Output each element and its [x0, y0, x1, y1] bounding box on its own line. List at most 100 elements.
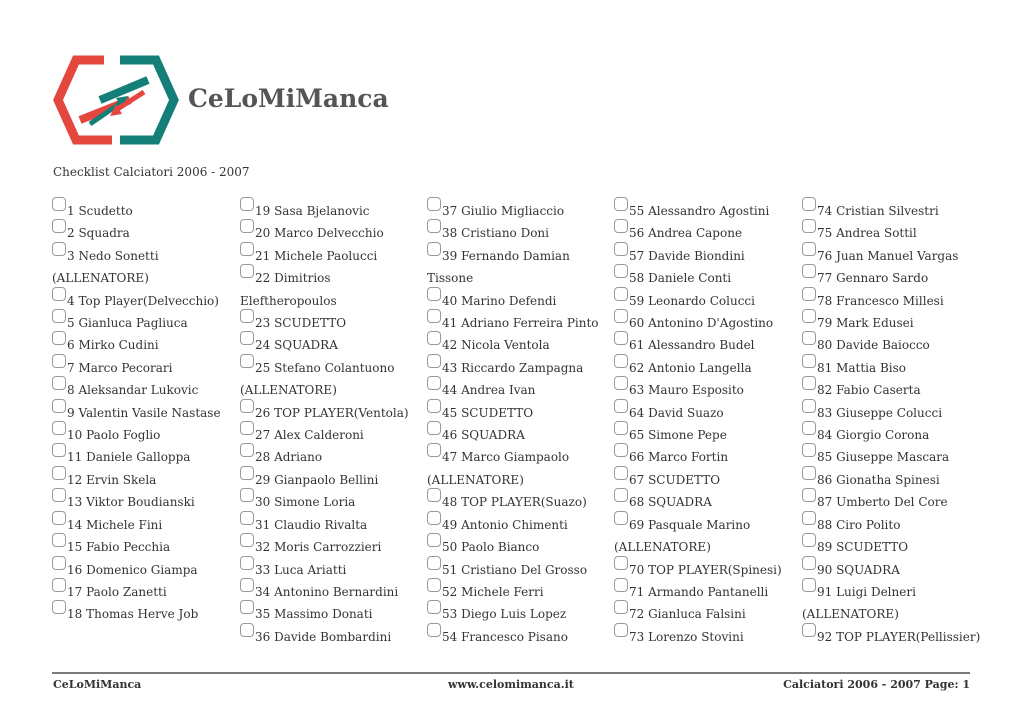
checkbox[interactable]	[614, 510, 628, 525]
checkbox[interactable]	[802, 197, 816, 211]
checklist-item[interactable]: 64 David Suazo	[614, 398, 799, 424]
checklist-item[interactable]: 36 Davide Bombardini	[240, 622, 425, 648]
checklist-item[interactable]: 26 TOP PLAYER(Ventola)	[240, 398, 425, 424]
checklist-item[interactable]: 92 TOP PLAYER(Pellissier)	[802, 622, 987, 648]
checklist-item[interactable]: 30 Simone Loria	[240, 488, 425, 513]
checklist-item[interactable]: 13 Viktor Boudianski	[52, 488, 237, 513]
checkbox[interactable]	[427, 309, 441, 324]
checkbox[interactable]	[614, 241, 628, 256]
checkbox[interactable]	[427, 488, 441, 503]
checkbox[interactable]	[427, 376, 441, 391]
checklist-item[interactable]: 33 Luca Ariatti	[240, 555, 425, 581]
checklist-item[interactable]: 44 Andrea Ivan	[427, 376, 612, 401]
checklist-item[interactable]: 70 TOP PLAYER(Spinesi)	[614, 555, 799, 581]
checkbox[interactable]	[240, 241, 254, 256]
checklist-item[interactable]: 6 Mirko Cudini	[52, 331, 237, 356]
checkbox[interactable]	[802, 443, 816, 458]
checklist-item[interactable]: 29 Gianpaolo Bellini	[240, 465, 425, 491]
checkbox[interactable]	[802, 353, 816, 368]
checklist-item[interactable]: 3 Nedo Sonetti (ALLENATORE)	[52, 241, 237, 290]
checkbox[interactable]	[614, 376, 628, 391]
checkbox[interactable]	[802, 488, 816, 503]
checklist-item[interactable]: 16 Domenico Giampa	[52, 555, 237, 581]
checklist-item[interactable]: 54 Francesco Pisano	[427, 622, 612, 648]
checkbox[interactable]	[52, 398, 66, 413]
checklist-item[interactable]: 83 Giuseppe Colucci	[802, 398, 987, 424]
checklist-item[interactable]: 58 Daniele Conti	[614, 264, 799, 289]
checklist-item[interactable]: 69 Pasquale Marino (ALLENATORE)	[614, 510, 799, 559]
checklist-item[interactable]: 48 TOP PLAYER(Suazo)	[427, 488, 612, 513]
checklist-item[interactable]: 8 Aleksandar Lukovic	[52, 376, 237, 401]
checklist-item[interactable]: 2 Squadra	[52, 219, 237, 244]
checkbox[interactable]	[427, 241, 441, 256]
checkbox[interactable]	[52, 421, 66, 436]
checkbox[interactable]	[240, 443, 254, 458]
checklist-item[interactable]: 21 Michele Paolucci	[240, 241, 425, 267]
checkbox[interactable]	[240, 398, 254, 413]
checklist-item[interactable]: 61 Alessandro Budel	[614, 331, 799, 356]
checklist-item[interactable]: 55 Alessandro Agostini	[614, 197, 799, 222]
checklist-item[interactable]: 31 Claudio Rivalta	[240, 510, 425, 536]
checklist-item[interactable]: 9 Valentin Vasile Nastase	[52, 398, 237, 424]
checkbox[interactable]	[802, 264, 816, 279]
checklist-item[interactable]: 49 Antonio Chimenti	[427, 510, 612, 536]
checkbox[interactable]	[52, 309, 66, 324]
checkbox[interactable]	[427, 331, 441, 346]
checkbox[interactable]	[802, 555, 816, 570]
checkbox[interactable]	[52, 533, 66, 548]
checkbox[interactable]	[52, 219, 66, 234]
checkbox[interactable]	[427, 555, 441, 570]
checklist-item[interactable]: 63 Mauro Esposito	[614, 376, 799, 401]
checkbox[interactable]	[427, 421, 441, 436]
checklist-item[interactable]: 11 Daniele Galloppa	[52, 443, 237, 468]
checkbox[interactable]	[52, 600, 66, 615]
checkbox[interactable]	[802, 219, 816, 234]
checkbox[interactable]	[240, 197, 254, 211]
checkbox[interactable]	[614, 488, 628, 503]
checklist-item[interactable]: 50 Paolo Bianco	[427, 533, 612, 558]
checkbox[interactable]	[427, 353, 441, 368]
checklist-item[interactable]: 37 Giulio Migliaccio	[427, 197, 612, 222]
checkbox[interactable]	[240, 488, 254, 503]
checklist-item[interactable]: 23 SCUDETTO	[240, 309, 425, 334]
checkbox[interactable]	[52, 488, 66, 503]
checklist-item[interactable]: 41 Adriano Ferreira Pinto	[427, 309, 612, 334]
checklist-item[interactable]: 1 Scudetto	[52, 197, 237, 222]
checklist-item[interactable]: 10 Paolo Foglio	[52, 421, 237, 446]
checklist-item[interactable]: 60 Antonino D'Agostino	[614, 309, 799, 334]
checklist-item[interactable]: 57 Davide Biondini	[614, 241, 799, 267]
checklist-item[interactable]: 7 Marco Pecorari	[52, 353, 237, 379]
checkbox[interactable]	[52, 353, 66, 368]
checkbox[interactable]	[614, 286, 628, 301]
checklist-item[interactable]: 86 Gionatha Spinesi	[802, 465, 987, 491]
checklist-item[interactable]: 47 Marco Giampaolo (ALLENATORE)	[427, 443, 612, 491]
checkbox[interactable]	[240, 555, 254, 570]
checkbox[interactable]	[240, 331, 254, 346]
checkbox[interactable]	[614, 622, 628, 637]
checkbox[interactable]	[802, 241, 816, 256]
checklist-item[interactable]: 53 Diego Luis Lopez	[427, 600, 612, 625]
checklist-item[interactable]: 91 Luigi Delneri (ALLENATORE)	[802, 577, 987, 626]
checkbox[interactable]	[802, 331, 816, 346]
checkbox[interactable]	[240, 219, 254, 234]
checklist-item[interactable]: 66 Marco Fortin	[614, 443, 799, 468]
checklist-item[interactable]: 34 Antonino Bernardini	[240, 577, 425, 603]
checkbox[interactable]	[614, 331, 628, 346]
checklist-item[interactable]: 75 Andrea Sottil	[802, 219, 987, 244]
checkbox[interactable]	[802, 533, 816, 548]
checklist-item[interactable]: 78 Francesco Millesi	[802, 286, 987, 312]
checkbox[interactable]	[240, 421, 254, 436]
checkbox[interactable]	[614, 555, 628, 570]
checkbox[interactable]	[240, 600, 254, 615]
checkbox[interactable]	[614, 309, 628, 324]
checklist-item[interactable]: 67 SCUDETTO	[614, 465, 799, 491]
checkbox[interactable]	[614, 600, 628, 615]
checkbox[interactable]	[52, 331, 66, 346]
checkbox[interactable]	[802, 622, 816, 637]
checklist-item[interactable]: 89 SCUDETTO	[802, 533, 987, 558]
checklist-item[interactable]: 14 Michele Fini	[52, 510, 237, 536]
checklist-item[interactable]: 22 Dimitrios Eleftheropoulos	[240, 264, 425, 312]
checklist-item[interactable]: 73 Lorenzo Stovini	[614, 622, 799, 648]
checkbox[interactable]	[427, 510, 441, 525]
checkbox[interactable]	[427, 398, 441, 413]
